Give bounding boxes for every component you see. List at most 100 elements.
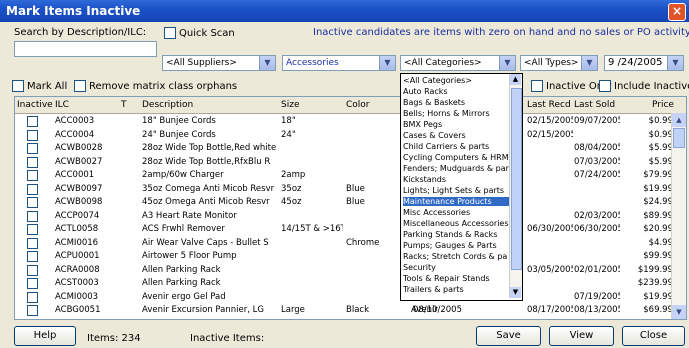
remove-matrix-checkbox[interactable]: Remove matrix class orphans (74, 80, 237, 92)
type-select[interactable]: <All Types> ▼ (520, 55, 598, 71)
col-ilc[interactable]: ILC (55, 100, 69, 110)
scroll-down-icon[interactable]: ▼ (672, 305, 686, 319)
category-select[interactable]: <All Categories> ▼ (400, 55, 516, 71)
table-row[interactable]: ACWB0028 28oz Wide Top Bottle,Red white 08… (15, 142, 675, 155)
table-row[interactable]: ACWB0098 45oz Omega Anti Micob Resvr 45oz B… (15, 196, 675, 209)
close-button[interactable]: Close (622, 326, 685, 346)
save-button[interactable]: Save (476, 326, 541, 346)
table-row[interactable]: ACPU0001 Airtower 5 Floor Pump $99.99 (15, 250, 675, 263)
chevron-down-icon[interactable]: ▼ (379, 56, 395, 70)
dropdown-option[interactable]: Maintenance Products (403, 197, 509, 206)
help-button[interactable]: Help (14, 326, 76, 346)
items-grid[interactable]: Inactive ILC T Description Size Color La… (14, 96, 687, 320)
cell-price: $199.99 (637, 264, 673, 275)
inactive-checkbox[interactable] (27, 237, 38, 249)
cell-price: $0.99 (648, 116, 673, 126)
col-t[interactable]: T (121, 100, 127, 110)
dropdown-option[interactable]: Security (403, 263, 509, 272)
dropdown-option[interactable]: Lights; Light Sets & parts (403, 186, 509, 195)
mark-all-box[interactable] (12, 80, 24, 92)
table-row[interactable]: ACWB0027 28oz Wide Top Bottle,RfxBlu R 07/… (15, 156, 675, 169)
dropdown-option[interactable]: Racks; Stretch Cords & pa (403, 252, 509, 261)
include-inactive-box[interactable] (599, 80, 611, 92)
inactive-checkbox[interactable] (27, 116, 38, 127)
chevron-down-icon[interactable]: ▼ (667, 56, 683, 70)
cell-price: $69.99 (643, 305, 673, 315)
table-row[interactable]: ACCP0074 A3 Heart Rate Monitor 02/03/2005 $… (15, 210, 675, 223)
supplier-select[interactable]: <All Suppliers> ▼ (162, 55, 276, 71)
scroll-thumb[interactable] (673, 128, 685, 148)
quick-scan-checkbox[interactable]: Quick Scan (164, 27, 235, 39)
inactive-checkbox[interactable] (27, 156, 38, 168)
dropdown-option[interactable]: Trailers & parts (403, 285, 509, 294)
table-row[interactable]: ACMI0016 Air Wear Valve Caps - Bullet S Ch… (15, 237, 675, 250)
dropdown-option[interactable]: Fenders; Mudguards & par (403, 164, 509, 173)
chevron-down-icon[interactable]: ▼ (581, 56, 597, 70)
dropdown-scrollbar[interactable]: ▲ ▼ (509, 74, 522, 298)
since-date-picker[interactable]: 9 /24/2005 ▼ (604, 55, 684, 71)
chevron-down-icon[interactable]: ▼ (259, 56, 275, 70)
inactive-checkbox[interactable] (27, 291, 38, 303)
mark-all-checkbox[interactable]: Mark All (12, 80, 67, 92)
table-row[interactable]: ACC0001 2amp/60w Charger 2amp 07/24/2005 $79… (15, 169, 675, 182)
scroll-up-icon[interactable]: ▲ (510, 74, 521, 85)
table-row[interactable]: ACC0004 24" Bunjee Cords 24" 02/15/2005 $0.9… (15, 129, 675, 142)
dropdown-option[interactable]: Tools & Repair Stands (403, 274, 509, 283)
view-button[interactable]: View (549, 326, 614, 346)
col-last-sold[interactable]: Last Sold (574, 100, 615, 110)
dropdown-option[interactable]: Child Carriers & parts (403, 142, 509, 151)
search-input[interactable] (14, 41, 157, 57)
col-price[interactable]: Price (652, 100, 674, 110)
table-row[interactable]: ACMI0003 Avenir ergo Gel Pad 07/19/2005 $19… (15, 291, 675, 304)
inactive-checkbox[interactable] (27, 143, 38, 154)
quick-scan-box[interactable] (164, 27, 176, 39)
table-row[interactable]: ACTL0058 ACS Frwhl Remover 14/15T & >16T 06… (15, 223, 675, 236)
table-row[interactable]: ACST0003 Allen Parking Rack $239.99 (15, 277, 675, 290)
dropdown-option[interactable]: Cases & Covers (403, 131, 509, 140)
cell-desc: 24" Bunjee Cords (142, 129, 216, 140)
dropdown-option[interactable]: Misc Accessories (403, 208, 509, 217)
dropdown-option[interactable]: Miscellaneous Accessories (403, 219, 509, 228)
inactive-checkbox[interactable] (27, 129, 38, 141)
cell-price: $20.99 (643, 224, 673, 234)
col-color[interactable]: Color (346, 100, 370, 110)
dropdown-option[interactable]: <All Categories> (403, 76, 509, 85)
dropdown-option[interactable]: Pumps; Gauges & Parts (403, 241, 509, 250)
dropdown-option[interactable]: Bells; Horns & Mirrors (403, 109, 509, 118)
table-row[interactable]: ACRA0008 Allen Parking Rack 03/05/2005 02/0… (15, 264, 675, 277)
dropdown-option[interactable]: Parking Stands & Racks (403, 230, 509, 239)
dropdown-option[interactable]: BMX Pegs (403, 120, 509, 129)
inactive-checkbox[interactable] (27, 224, 38, 235)
dropdown-option[interactable]: Cycling Computers & HRM (403, 153, 509, 162)
dropdown-option[interactable]: Auto Racks (403, 87, 509, 96)
dropdown-option[interactable]: Bags & Baskets (403, 98, 509, 107)
close-window-icon[interactable]: × (668, 3, 686, 21)
table-row[interactable]: ACBG0051 Avenir Excursion Pannier, LG Larg… (15, 304, 675, 317)
inactive-only-box[interactable] (531, 80, 543, 92)
remove-matrix-box[interactable] (74, 80, 86, 92)
inactive-checkbox[interactable] (27, 210, 38, 222)
inactive-checkbox[interactable] (27, 183, 38, 195)
inactive-checkbox[interactable] (27, 197, 38, 208)
scroll-down-icon[interactable]: ▼ (510, 287, 521, 298)
inactive-checkbox[interactable] (27, 278, 38, 289)
category-dropdown-list[interactable]: <All Categories> Auto Racks Bags & Baskets… (400, 73, 523, 301)
scroll-up-icon[interactable]: ▲ (672, 113, 686, 127)
scroll-thumb[interactable] (511, 88, 522, 270)
table-row[interactable]: ACWB0097 35oz Comega Anti Micob Resvr 35oz… (15, 183, 675, 196)
category-group-select[interactable]: Accessories ▼ (282, 55, 396, 71)
inactive-checkbox[interactable] (27, 305, 38, 316)
inactive-checkbox[interactable] (27, 251, 38, 262)
inactive-checkbox[interactable] (27, 170, 38, 181)
dropdown-option[interactable]: Kickstands (403, 175, 509, 184)
grid-scrollbar[interactable]: ▲ ▼ (671, 113, 686, 319)
col-size[interactable]: Size (281, 100, 299, 110)
include-inactive-checkbox[interactable]: Include Inactive (599, 80, 689, 92)
cell-recd: 02/15/2005 (527, 116, 573, 126)
col-inactive[interactable]: Inactive (17, 100, 53, 110)
col-last-recd[interactable]: Last Recd (527, 100, 571, 110)
table-row[interactable]: ACC0003 18" Bunjee Cords 18" 02/15/2005 09/0… (15, 115, 675, 128)
chevron-down-icon[interactable]: ▼ (499, 56, 515, 70)
inactive-checkbox[interactable] (27, 264, 38, 276)
col-description[interactable]: Description (142, 100, 193, 110)
